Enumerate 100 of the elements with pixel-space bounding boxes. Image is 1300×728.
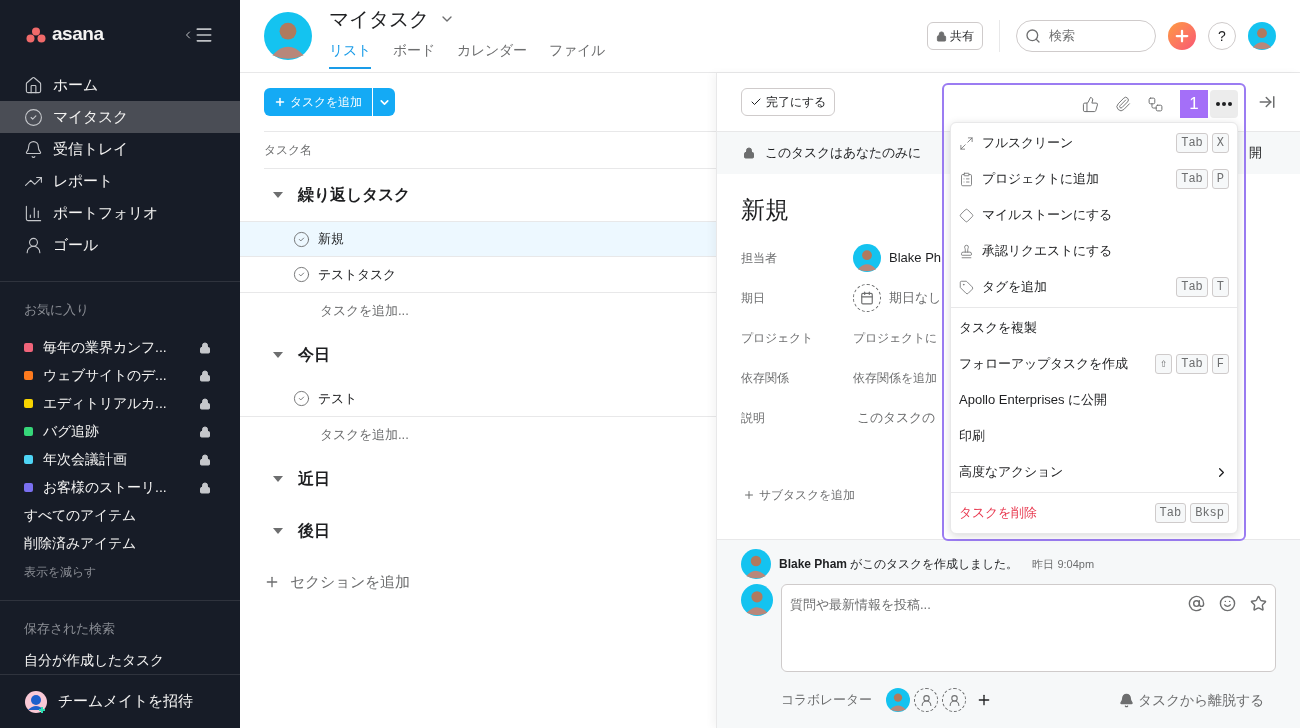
leave-task-button[interactable]: タスクから離脱する <box>1119 689 1264 711</box>
add-icon[interactable] <box>1168 22 1196 50</box>
share-button[interactable]: 共有 <box>927 22 983 50</box>
task-row[interactable]: テストタスク <box>240 257 716 293</box>
logo-text: asana <box>52 22 104 47</box>
menu-item-icon <box>959 279 974 295</box>
nav-item[interactable]: マイタスク <box>0 101 240 134</box>
nav-item[interactable]: 受信トレイ <box>0 133 240 166</box>
section-title: 近日 <box>298 469 330 489</box>
menu-item[interactable]: フォローアップタスクを作成 ⇧ Tab F <box>951 346 1237 382</box>
mark-complete-button[interactable]: 完了にする <box>741 88 835 116</box>
menu-item-icon <box>959 207 974 223</box>
nav-icon <box>24 75 43 95</box>
due-date-value[interactable]: 期日なし <box>889 288 941 308</box>
shortcut-key: P <box>1211 169 1229 189</box>
search-input[interactable]: 検索 <box>1049 26 1139 46</box>
menu-item-icon <box>959 171 974 187</box>
favorite-project[interactable]: 毎年の業界カンフ... <box>24 333 216 362</box>
shortcut-key: X <box>1211 133 1229 153</box>
nav-icon <box>24 139 43 159</box>
shortcut-key: Tab <box>1176 169 1208 189</box>
add-task-row[interactable]: タスクを追加... <box>264 417 716 453</box>
saved-search[interactable]: 自分が作成したタスク <box>24 646 216 675</box>
menu-item-icon <box>959 243 974 259</box>
shortcut-key: F <box>1211 354 1229 374</box>
profile-avatar <box>264 12 312 60</box>
nav-item[interactable]: ポートフォリオ <box>0 197 240 230</box>
caret-icon[interactable] <box>272 475 284 483</box>
comment-input[interactable]: 質問や最新情報を投稿... <box>790 595 1188 655</box>
lock-icon <box>199 425 211 438</box>
task-row[interactable]: テスト <box>240 381 716 417</box>
menu-item[interactable]: タグを追加 Tab T <box>951 269 1237 305</box>
logo-icon <box>26 26 46 43</box>
favorite-project[interactable]: お客様のストーリ... <box>24 473 216 502</box>
subtask-icon <box>1147 95 1164 113</box>
favorite-project[interactable]: バグ追跡 <box>24 417 216 446</box>
section-title: 繰り返しタスク <box>298 185 410 205</box>
more-actions-button[interactable] <box>1210 90 1238 118</box>
menu-item[interactable]: プロジェクトに追加 Tab P <box>951 161 1237 197</box>
complete-task-icon <box>293 230 310 248</box>
add-section-button[interactable]: セクションを追加 <box>264 557 716 607</box>
make-public-link[interactable]: 開 <box>1249 143 1262 163</box>
description-field[interactable]: このタスクの <box>857 408 935 428</box>
comment-field[interactable]: 質問や最新情報を投稿... <box>781 584 1276 672</box>
nav-icon <box>24 203 43 223</box>
menu-item[interactable]: タスクを複製 <box>951 310 1237 346</box>
field-label: 期日 <box>741 290 766 307</box>
view-tab[interactable]: カレンダー <box>457 39 527 69</box>
plus-icon <box>274 96 286 108</box>
invite-link[interactable]: チームメイトを招待 <box>58 690 193 713</box>
add-task-row[interactable]: タスクを追加... <box>264 293 716 329</box>
lock-icon <box>199 341 211 354</box>
lock-icon <box>936 30 947 42</box>
shortcut-key: ⇧ <box>1154 354 1173 374</box>
menu-item[interactable]: フルスクリーン Tab X <box>951 125 1237 161</box>
activity-time: 昨日 9:04pm <box>1032 556 1095 572</box>
menu-item[interactable]: 印刷 <box>951 418 1237 454</box>
star-icon <box>1250 595 1267 612</box>
assignee-avatar <box>853 244 881 272</box>
sidebar-link[interactable]: すべてのアイテム <box>24 501 216 530</box>
step-badge: 1 <box>1180 90 1208 118</box>
favorite-project[interactable]: 年次会議計画 <box>24 445 216 474</box>
shortcut-key: Tab <box>1154 503 1187 523</box>
menu-item[interactable]: Apollo Enterprises に公開 <box>951 382 1237 418</box>
collaborator-avatar <box>886 688 910 712</box>
check-icon <box>750 96 762 108</box>
collaborators-label: コラボレーター <box>781 691 872 710</box>
caret-icon[interactable] <box>272 527 284 535</box>
shortcut-key: Tab <box>1176 133 1208 153</box>
add-task-dropdown-button[interactable] <box>373 88 395 116</box>
assignee-name[interactable]: Blake Ph <box>889 248 942 268</box>
lock-icon <box>199 453 211 466</box>
page-title: マイタスク <box>329 6 429 32</box>
task-row[interactable]: 新規 <box>240 221 716 257</box>
view-tab[interactable]: ボード <box>393 39 435 69</box>
close-panel-icon <box>1258 93 1276 111</box>
lock-icon <box>199 369 211 382</box>
field-value[interactable]: 依存関係を追加 <box>853 369 937 387</box>
nav-item[interactable]: ホーム <box>0 69 240 102</box>
favorite-project[interactable]: エディトリアルカ... <box>24 389 216 418</box>
nav-icon <box>24 235 43 255</box>
caret-icon[interactable] <box>272 191 284 199</box>
section-title: 今日 <box>298 345 330 365</box>
commenter-avatar <box>741 584 773 616</box>
menu-item[interactable]: 承認リクエストにする <box>951 233 1237 269</box>
favorite-project[interactable]: ウェブサイトのデ... <box>24 361 216 390</box>
show-less-link[interactable]: 表示を減らす <box>24 557 216 586</box>
section-heading: お気に入り <box>24 301 90 320</box>
lock-icon <box>199 397 211 410</box>
nav-item[interactable]: ゴール <box>0 229 240 262</box>
complete-task-icon <box>293 390 310 407</box>
sidebar-link[interactable]: 削除済みアイテム <box>24 529 216 558</box>
nav-item[interactable]: レポート <box>0 165 240 198</box>
view-tab[interactable]: ファイル <box>549 39 605 69</box>
menu-item[interactable]: マイルストーンにする <box>951 197 1237 233</box>
plus-icon <box>743 489 755 501</box>
caret-icon[interactable] <box>272 351 284 359</box>
menu-item[interactable]: タスクを削除 Tab Bksp <box>951 495 1237 531</box>
field-value[interactable]: プロジェクトに <box>853 329 937 347</box>
menu-item-icon <box>959 135 974 151</box>
